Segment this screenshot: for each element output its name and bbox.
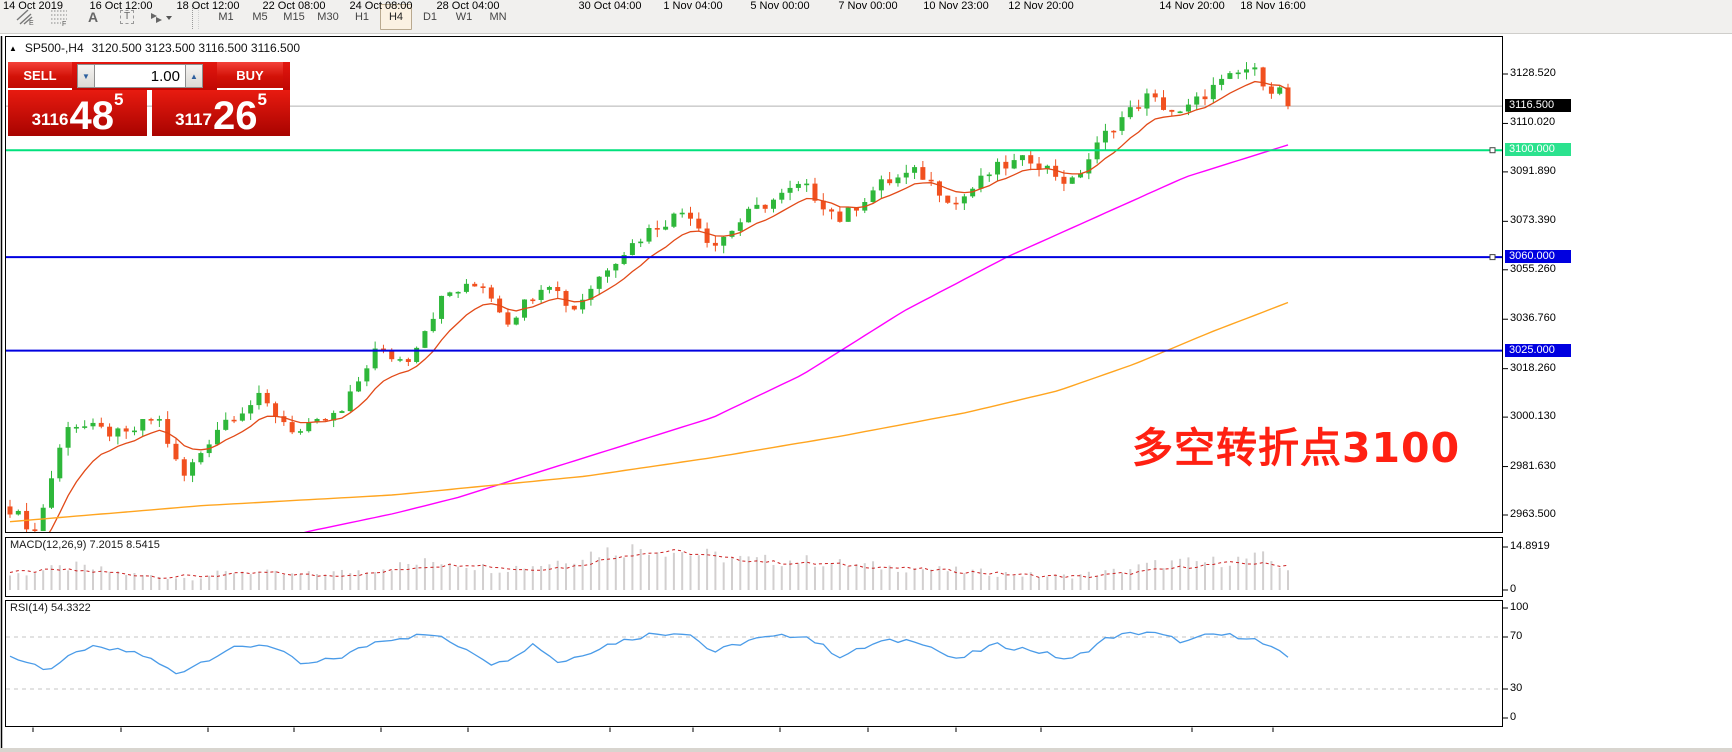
sell-price-pips: 48	[69, 99, 114, 133]
sell-price-handle: 3116	[32, 110, 69, 130]
buy-price-point: 5	[257, 90, 266, 110]
buy-button[interactable]: BUY	[217, 62, 283, 90]
bottom-scroll-strip[interactable]	[0, 748, 1732, 752]
trade-panel-top-row: SELL ▼ ▲ BUY	[8, 62, 290, 90]
sell-price-point: 5	[114, 90, 123, 110]
panel-frame	[6, 601, 1503, 727]
one-click-trading-panel: SELL ▼ ▲ BUY 3116 48 5 3117 26 5	[8, 62, 290, 136]
rsi-layer	[6, 632, 1503, 689]
line-anchor-handle	[1490, 255, 1495, 260]
buy-price-display[interactable]: 3117 26 5	[152, 90, 290, 136]
panel-frame	[6, 538, 1503, 597]
ma-slow-line	[10, 303, 1288, 522]
ma-mid-line	[10, 145, 1288, 618]
main-chart-layer	[6, 62, 1503, 618]
sell-button[interactable]: SELL	[8, 62, 72, 90]
buy-price-handle: 3117	[175, 110, 212, 130]
buy-price-pips: 26	[213, 99, 258, 133]
macd-layer	[10, 544, 1288, 590]
volume-decrease-button[interactable]: ▼	[77, 64, 95, 88]
sell-price-display[interactable]: 3116 48 5	[8, 90, 147, 136]
rsi-line	[10, 632, 1288, 674]
line-anchor-handle	[1490, 148, 1495, 153]
volume-input[interactable]	[95, 64, 185, 88]
volume-increase-button[interactable]: ▲	[185, 64, 203, 88]
trade-panel-price-row: 3116 48 5 3117 26 5	[8, 90, 290, 136]
